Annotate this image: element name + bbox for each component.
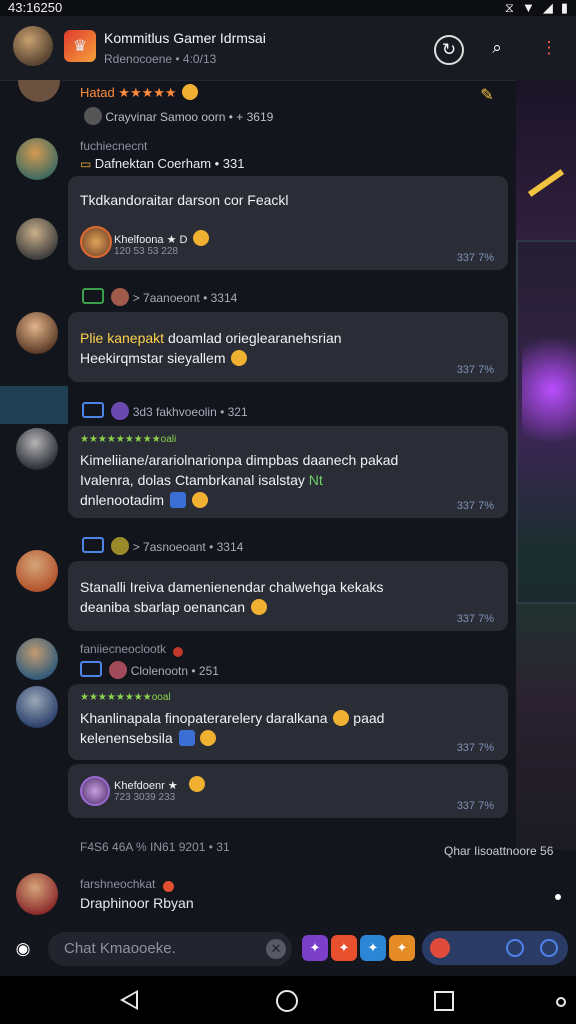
camera-icon[interactable]: ◉ (10, 936, 36, 962)
user-avatar[interactable] (13, 26, 53, 66)
group-title: Kommitlus Gamer Idrmsai (104, 30, 266, 46)
purple-glow (522, 320, 576, 460)
reply-date: 723 3039 233 (114, 792, 176, 803)
unread-marker (0, 386, 68, 424)
battery-icon: ▮ (560, 0, 568, 15)
system-nav-bar (0, 976, 576, 1024)
message-text: Tkdkandoraitar darson cor Feackl (80, 192, 289, 208)
message-bubble[interactable]: Tkdkandoraitar darson cor Feackl Khelfoo… (68, 176, 508, 270)
vibrate-icon: ⧖ (504, 0, 514, 15)
message-timestamp: 337 7% (456, 613, 494, 625)
avatar[interactable] (16, 550, 58, 592)
lightning-decoration (527, 169, 565, 197)
message-text: Khanlinapala finopaterarelery daralkana … (80, 710, 385, 746)
wifi-icon: ▼ (521, 0, 535, 15)
message-bubble[interactable]: Stanalli Ireiva damenienendar chalwehga … (68, 561, 508, 631)
message-meta: 3d3 fakhvoeolin • 321 (82, 402, 248, 420)
pin-icon[interactable]: ✎ (474, 82, 500, 108)
menu-icon[interactable]: ⋮ (536, 35, 562, 61)
message-bubble[interactable]: Khefdoenr ★ 723 3039 233 337 7% (68, 764, 508, 818)
action-pill (422, 931, 568, 965)
back-button[interactable] (120, 990, 138, 1010)
search-icon[interactable]: ⌕ (484, 35, 510, 61)
reply-date: 120 53 53 228 (114, 246, 178, 257)
background-game-art (516, 80, 576, 850)
status-bar: 43:16250 ⧖ ▼ ◢ ▮ (0, 0, 576, 16)
clear-icon[interactable]: ✕ (266, 939, 286, 959)
rating-stars: ★★★★★★★★ooal (80, 692, 171, 703)
rating-stars: ★★★★★★★★★oali (80, 434, 177, 445)
recents-button[interactable] (434, 991, 454, 1011)
reply-name: Khelfoona ★ D (114, 230, 209, 246)
refresh-icon[interactable]: ↻ (434, 35, 464, 65)
message-text: Plie kanepakt doamlad orieglearanehsrian… (80, 330, 342, 366)
voice-icon[interactable] (430, 938, 450, 958)
avatar[interactable] (16, 138, 58, 180)
avatar[interactable] (18, 80, 60, 102)
keyboard-toggle-icon[interactable] (556, 997, 566, 1007)
home-button[interactable] (276, 990, 298, 1012)
sender-meta: faniiecneoclootk (80, 642, 184, 657)
message-timestamp: 337 7% (456, 742, 494, 754)
message-text: Stanalli Ireiva damenienendar chalwehga … (80, 579, 384, 615)
info-line: F4S6 46A % IN61 9201 • 31 (80, 840, 230, 854)
avatar[interactable] (16, 638, 58, 680)
message-bubble[interactable]: ★★★★★★★★ooal Khanlinapala finopaterarele… (68, 684, 508, 760)
message-timestamp: 337 7% (456, 500, 494, 512)
sender-meta: fuchiecnecnt (80, 139, 148, 153)
sender-meta: farshneochkat (80, 877, 174, 892)
group-logo-icon[interactable]: ♛ (64, 30, 96, 62)
chat-input[interactable] (62, 939, 266, 958)
avatar[interactable] (16, 428, 58, 470)
reply-avatar (80, 226, 112, 258)
sticker-icon[interactable]: ✦ (302, 935, 328, 961)
group-subtitle: Rdenocoene • 4:0/13 (104, 52, 217, 66)
send-icon[interactable] (540, 939, 558, 957)
signal-icon: ◢ (542, 0, 553, 15)
sender-name: ▭ Dafnektan Coerham • 331 (80, 156, 245, 171)
message-timestamp: 337 7% (456, 800, 494, 812)
sender-name: Draphinoor Rbyan (80, 895, 194, 911)
sticker-icon[interactable]: ✦ (389, 935, 415, 961)
info-line-right: Qhar Iisoattnoore 56 (444, 844, 554, 858)
message-timestamp: 337 7% (456, 364, 494, 376)
rating-label: Hatad ★★★★★ (80, 84, 198, 101)
avatar[interactable] (16, 873, 58, 915)
message-meta: Clolenootn • 251 (80, 661, 219, 679)
message-bubble[interactable]: Plie kanepakt doamlad orieglearanehsrian… (68, 312, 508, 382)
message-bubble[interactable]: ★★★★★★★★★oali Kimeliiane/arariolnarionpa… (68, 426, 508, 518)
reply-name: Khefdoenr ★ (114, 776, 205, 792)
clock-icon[interactable] (506, 939, 524, 957)
message-meta: > 7asnoeoant • 3314 (82, 537, 243, 555)
message-text: Kimeliiane/arariolnarionpa dimpbas daane… (80, 452, 399, 508)
chat-input-wrapper: ✕ (48, 932, 292, 966)
avatar[interactable] (16, 312, 58, 354)
status-icons: ⧖ ▼ ◢ ▮ (505, 0, 568, 16)
avatar[interactable] (16, 218, 58, 260)
message-timestamp: 337 7% (456, 252, 494, 264)
avatar[interactable] (16, 686, 58, 728)
unread-dot (555, 894, 561, 900)
chat-header: ♛ Kommitlus Gamer Idrmsai Rdenocoene • 4… (0, 16, 576, 81)
sticker-icon[interactable]: ✦ (331, 935, 357, 961)
list-item: Crayvinar Samoo oorn • + 3619 (80, 107, 273, 125)
message-meta: > 7aanoeont • 3314 (82, 288, 237, 306)
reply-avatar (80, 776, 110, 806)
status-time: 43:16250 (8, 0, 63, 15)
sticker-icon[interactable]: ✦ (360, 935, 386, 961)
